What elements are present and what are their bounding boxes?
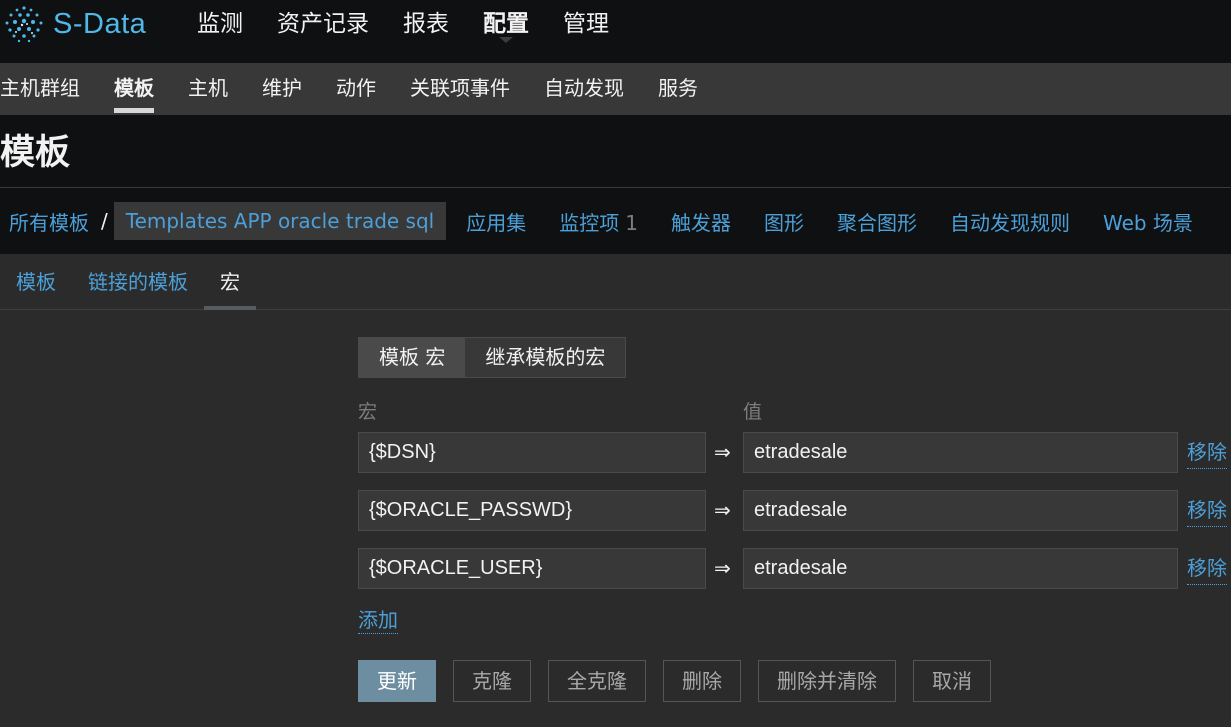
tab-macros[interactable]: 宏 bbox=[204, 254, 256, 310]
logo-icon bbox=[5, 6, 43, 43]
tab-template[interactable]: 模板 bbox=[0, 254, 72, 309]
link-discovery-rules[interactable]: 自动发现规则 bbox=[950, 207, 1070, 236]
breadcrumb-separator: / bbox=[101, 209, 108, 233]
arrow-icon: ⇒ bbox=[714, 556, 731, 580]
tab-linked-templates[interactable]: 链接的模板 bbox=[72, 254, 204, 309]
full-clone-button[interactable]: 全克隆 bbox=[548, 660, 646, 702]
main-menu: 监测 资产记录 报表 配置 管理 bbox=[180, 0, 626, 50]
cancel-button[interactable]: 取消 bbox=[913, 660, 991, 702]
sub-navigation: 主机群组 模板 主机 维护 动作 关联项事件 自动发现 服务 bbox=[0, 63, 1231, 115]
menu-administration[interactable]: 管理 bbox=[546, 0, 626, 50]
macro-value-input[interactable]: etradesale bbox=[743, 432, 1178, 473]
submenu-discovery[interactable]: 自动发现 bbox=[527, 63, 641, 115]
items-count: 1 bbox=[625, 210, 638, 235]
link-applications[interactable]: 应用集 bbox=[466, 207, 526, 236]
macro-column-header: 宏 bbox=[358, 401, 378, 423]
template-macros-option[interactable]: 模板 宏 bbox=[359, 338, 466, 377]
link-web-scenarios-label: Web 场景 bbox=[1102, 210, 1193, 235]
menu-configuration[interactable]: 配置 bbox=[466, 0, 546, 50]
value-column-header: 值 bbox=[743, 401, 763, 423]
submenu-hosts[interactable]: 主机 bbox=[171, 63, 245, 115]
submenu-maintenance[interactable]: 维护 bbox=[245, 63, 319, 115]
brand-name: S-Data bbox=[53, 7, 147, 40]
breadcrumb-all-templates[interactable]: 所有模板 bbox=[0, 207, 89, 236]
submenu-host-groups[interactable]: 主机群组 bbox=[0, 63, 97, 115]
macro-name-input[interactable]: {$DSN} bbox=[358, 432, 706, 473]
menu-reports[interactable]: 报表 bbox=[386, 0, 466, 50]
form-tabs: 模板 链接的模板 宏 bbox=[0, 254, 1231, 310]
link-items-label: 监控项 bbox=[559, 210, 620, 235]
delete-button[interactable]: 删除 bbox=[663, 660, 741, 702]
menu-inventory[interactable]: 资产记录 bbox=[260, 0, 386, 50]
link-discovery-rules-label: 自动发现规则 bbox=[949, 210, 1070, 235]
macro-row: {$DSN} ⇒ etradesale 移除 bbox=[358, 432, 1231, 473]
submenu-actions[interactable]: 动作 bbox=[319, 63, 393, 115]
submenu-services[interactable]: 服务 bbox=[641, 63, 715, 115]
clone-button[interactable]: 克隆 bbox=[453, 660, 531, 702]
macro-value-input[interactable]: etradesale bbox=[743, 548, 1178, 589]
add-macro-link[interactable]: 添加 bbox=[358, 607, 398, 634]
macro-name-input[interactable]: {$ORACLE_USER} bbox=[358, 548, 706, 589]
breadcrumb-current-template[interactable]: Templates APP oracle trade sql bbox=[113, 202, 447, 240]
remove-macro-link[interactable]: 移除 bbox=[1187, 495, 1227, 527]
link-graphs[interactable]: 图形 bbox=[764, 207, 804, 236]
update-button[interactable]: 更新 bbox=[358, 660, 436, 702]
macro-row: {$ORACLE_USER} ⇒ etradesale 移除 bbox=[358, 548, 1231, 589]
arrow-icon: ⇒ bbox=[714, 440, 731, 464]
inherited-macros-option[interactable]: 继承模板的宏 bbox=[465, 338, 626, 377]
submenu-templates[interactable]: 模板 bbox=[97, 63, 171, 115]
link-triggers[interactable]: 触发器 bbox=[671, 207, 731, 236]
title-bar: 模板 bbox=[0, 115, 1231, 188]
link-web-scenarios[interactable]: Web 场景 bbox=[1103, 207, 1193, 236]
link-applications-label: 应用集 bbox=[466, 210, 527, 235]
remove-macro-link[interactable]: 移除 bbox=[1187, 553, 1227, 585]
macro-row: {$ORACLE_PASSWD} ⇒ etradesale 移除 bbox=[358, 490, 1231, 531]
remove-macro-link[interactable]: 移除 bbox=[1187, 437, 1227, 469]
form-actions: 更新 克隆 全克隆 删除 删除并清除 取消 bbox=[358, 660, 1008, 702]
link-screens[interactable]: 聚合图形 bbox=[837, 207, 917, 236]
top-navigation: S-Data 监测 资产记录 报表 配置 管理 bbox=[0, 0, 1231, 63]
menu-monitoring[interactable]: 监测 bbox=[180, 0, 260, 50]
macro-source-toggle: 模板 宏 继承模板的宏 bbox=[358, 337, 627, 378]
logo[interactable]: S-Data bbox=[2, 4, 146, 44]
delete-and-clear-button[interactable]: 删除并清除 bbox=[758, 660, 896, 702]
submenu-event-correlation[interactable]: 关联项事件 bbox=[393, 63, 527, 115]
macro-name-input[interactable]: {$ORACLE_PASSWD} bbox=[358, 490, 706, 531]
link-graphs-label: 图形 bbox=[763, 210, 804, 235]
link-items[interactable]: 监控项 1 bbox=[559, 207, 638, 236]
page-title: 模板 bbox=[0, 133, 71, 173]
macro-value-input[interactable]: etradesale bbox=[743, 490, 1178, 531]
link-triggers-label: 触发器 bbox=[670, 210, 731, 235]
breadcrumb: 所有模板 / Templates APP oracle trade sql 应用… bbox=[0, 188, 1231, 254]
link-screens-label: 聚合图形 bbox=[836, 210, 917, 235]
arrow-icon: ⇒ bbox=[714, 498, 731, 522]
